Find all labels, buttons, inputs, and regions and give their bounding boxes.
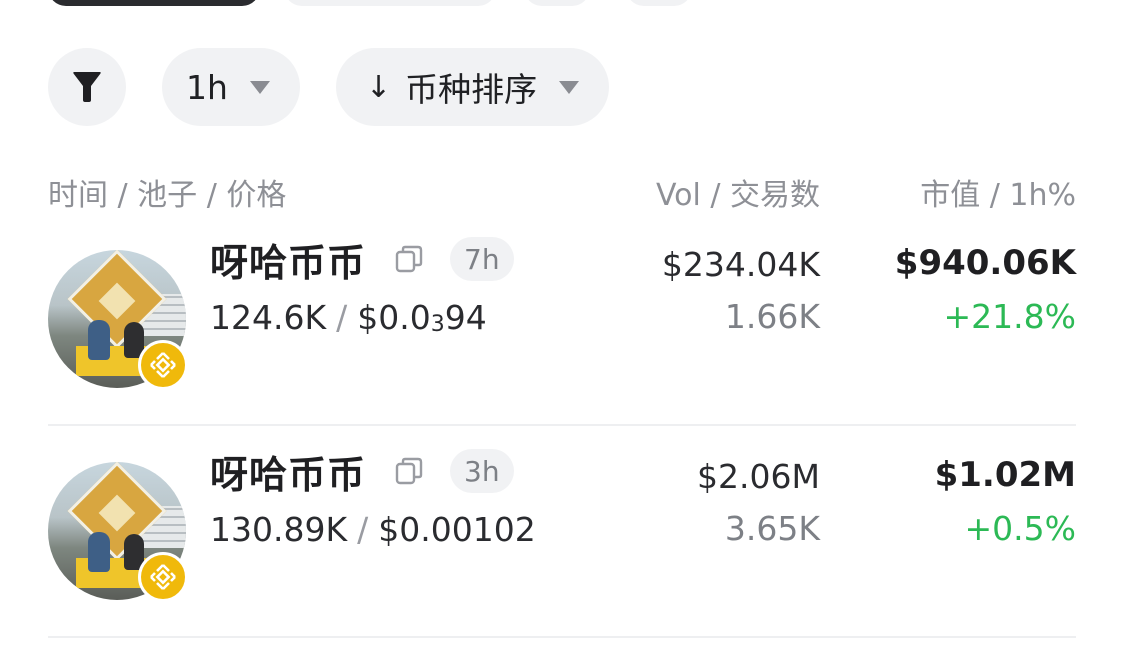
column-header-vol-trades[interactable]: Vol / 交易数 — [656, 170, 820, 214]
token-name[interactable]: 呀哈币币 — [210, 232, 366, 287]
token-row[interactable]: 呀哈币币 7h 124.6K / $0.0394 $234.04K 1.66K $9… — [48, 214, 1076, 426]
filter-funnel-icon — [73, 72, 101, 102]
volume-trades: $2.06M 3.65K — [697, 454, 820, 552]
liquidity-price-line: 124.6K / $0.0394 — [210, 298, 487, 337]
top-tab-3[interactable] — [524, 0, 590, 6]
sort-dropdown[interactable]: ↓ 币种排序 — [335, 48, 610, 126]
column-header: 时间 / 池子 / 价格 Vol / 交易数 市值 / 1h% — [48, 170, 1076, 214]
liquidity-price-line: 130.89K / $0.00102 — [210, 510, 536, 549]
bnb-chain-icon — [138, 340, 188, 390]
timeframe-value: 1h — [186, 67, 228, 107]
price-change: +21.8% — [943, 297, 1076, 336]
volume: $2.06M — [697, 457, 820, 496]
token-name-line: 呀哈币币 3h — [210, 444, 514, 499]
copy-icon[interactable] — [394, 456, 424, 486]
row-divider — [48, 636, 1076, 638]
sort-arrow-icon: ↓ — [365, 69, 392, 105]
caret-down-icon — [559, 80, 580, 94]
token-price: $0.0394 — [357, 298, 487, 337]
price-change: +0.5% — [964, 509, 1077, 548]
token-name[interactable]: 呀哈币币 — [210, 444, 366, 499]
token-avatar — [48, 250, 188, 390]
top-tab-active[interactable] — [48, 0, 260, 6]
caret-down-icon — [249, 80, 270, 94]
market-cap-change: $940.06K +21.8% — [895, 240, 1076, 340]
token-age-badge: 7h — [450, 237, 514, 281]
column-header-mcap-change[interactable]: 市值 / 1h% — [920, 170, 1076, 214]
token-row[interactable]: 呀哈币币 3h 130.89K / $0.00102 $2.06M 3.65K $1… — [48, 426, 1076, 638]
pool-liquidity: 124.6K — [210, 298, 327, 337]
sort-label: 币种排序 — [405, 70, 538, 109]
trade-count: 1.66K — [724, 297, 820, 336]
token-name-line: 呀哈币币 7h — [210, 232, 514, 287]
market-cap: $940.06K — [894, 243, 1076, 283]
token-price: $0.00102 — [378, 510, 536, 549]
pool-liquidity: 130.89K — [210, 510, 348, 549]
trade-count: 3.65K — [724, 509, 820, 548]
bnb-chain-icon — [138, 552, 188, 602]
filter-row: 1h ↓ 币种排序 — [48, 48, 645, 126]
market-cap-change: $1.02M +0.5% — [935, 452, 1076, 552]
column-header-time-pool-price[interactable]: 时间 / 池子 / 价格 — [48, 170, 286, 214]
top-tab-4[interactable] — [626, 0, 692, 6]
token-avatar — [48, 462, 188, 602]
copy-icon[interactable] — [394, 244, 424, 274]
top-tab-2[interactable] — [284, 0, 496, 6]
volume-trades: $234.04K 1.66K — [662, 242, 820, 340]
token-age-badge: 3h — [450, 449, 514, 493]
filter-button[interactable] — [48, 48, 126, 126]
market-cap: $1.02M — [934, 455, 1076, 495]
token-list-screen: 1h ↓ 币种排序 时间 / 池子 / 价格 Vol / 交易数 市值 / 1h… — [0, 0, 1125, 659]
volume: $234.04K — [661, 245, 820, 284]
timeframe-dropdown[interactable]: 1h — [162, 48, 300, 126]
